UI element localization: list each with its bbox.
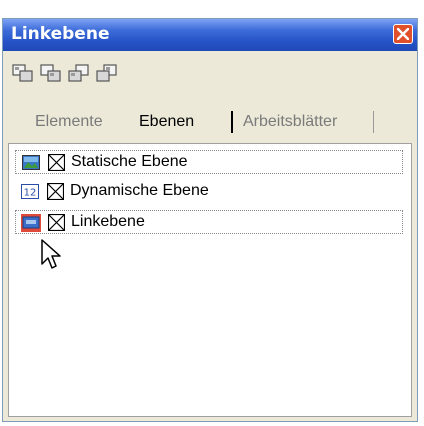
close-button[interactable] <box>393 24 413 44</box>
layers-icon-3[interactable] <box>67 63 91 85</box>
layer-visibility-checkbox[interactable] <box>46 182 65 201</box>
tab-separator <box>231 111 233 133</box>
layer-label: Linkebene <box>71 213 145 230</box>
close-icon <box>397 28 409 40</box>
layer-label: Dynamische Ebene <box>70 182 209 199</box>
layers-icon-2[interactable] <box>39 63 63 85</box>
layer-list: Statische Ebene 12 Dynamische Ebene Link… <box>8 143 412 417</box>
tab-ebenen[interactable]: Ebenen <box>139 113 194 131</box>
layer-row-static[interactable]: Statische Ebene <box>15 150 403 174</box>
link-icon <box>21 214 41 232</box>
tab-separator-end <box>373 111 374 133</box>
mouse-cursor-icon <box>40 238 64 276</box>
window-title: Linkebene <box>11 24 110 44</box>
number-icon: 12 <box>21 184 39 199</box>
title-bar[interactable]: Linkebene <box>3 19 417 51</box>
layers-panel: Linkebene Elemente Ebenen Arbeitsblätter… <box>2 18 418 422</box>
image-icon <box>22 155 40 170</box>
layer-label: Statische Ebene <box>71 153 188 170</box>
tab-arbeitsblaetter[interactable]: Arbeitsblätter <box>243 113 337 131</box>
layers-icon-1[interactable] <box>11 63 35 85</box>
layer-visibility-checkbox[interactable] <box>47 153 66 172</box>
layers-icon-4[interactable] <box>95 63 119 85</box>
tab-elemente[interactable]: Elemente <box>35 113 103 131</box>
number-icon-text: 12 <box>24 188 37 199</box>
layer-row-dynamic[interactable]: 12 Dynamische Ebene <box>15 180 403 204</box>
layer-row-link[interactable]: Linkebene <box>15 210 403 234</box>
tab-bar: Elemente Ebenen Arbeitsblätter <box>3 105 417 141</box>
layer-visibility-checkbox[interactable] <box>47 213 66 232</box>
toolbar <box>3 53 417 93</box>
